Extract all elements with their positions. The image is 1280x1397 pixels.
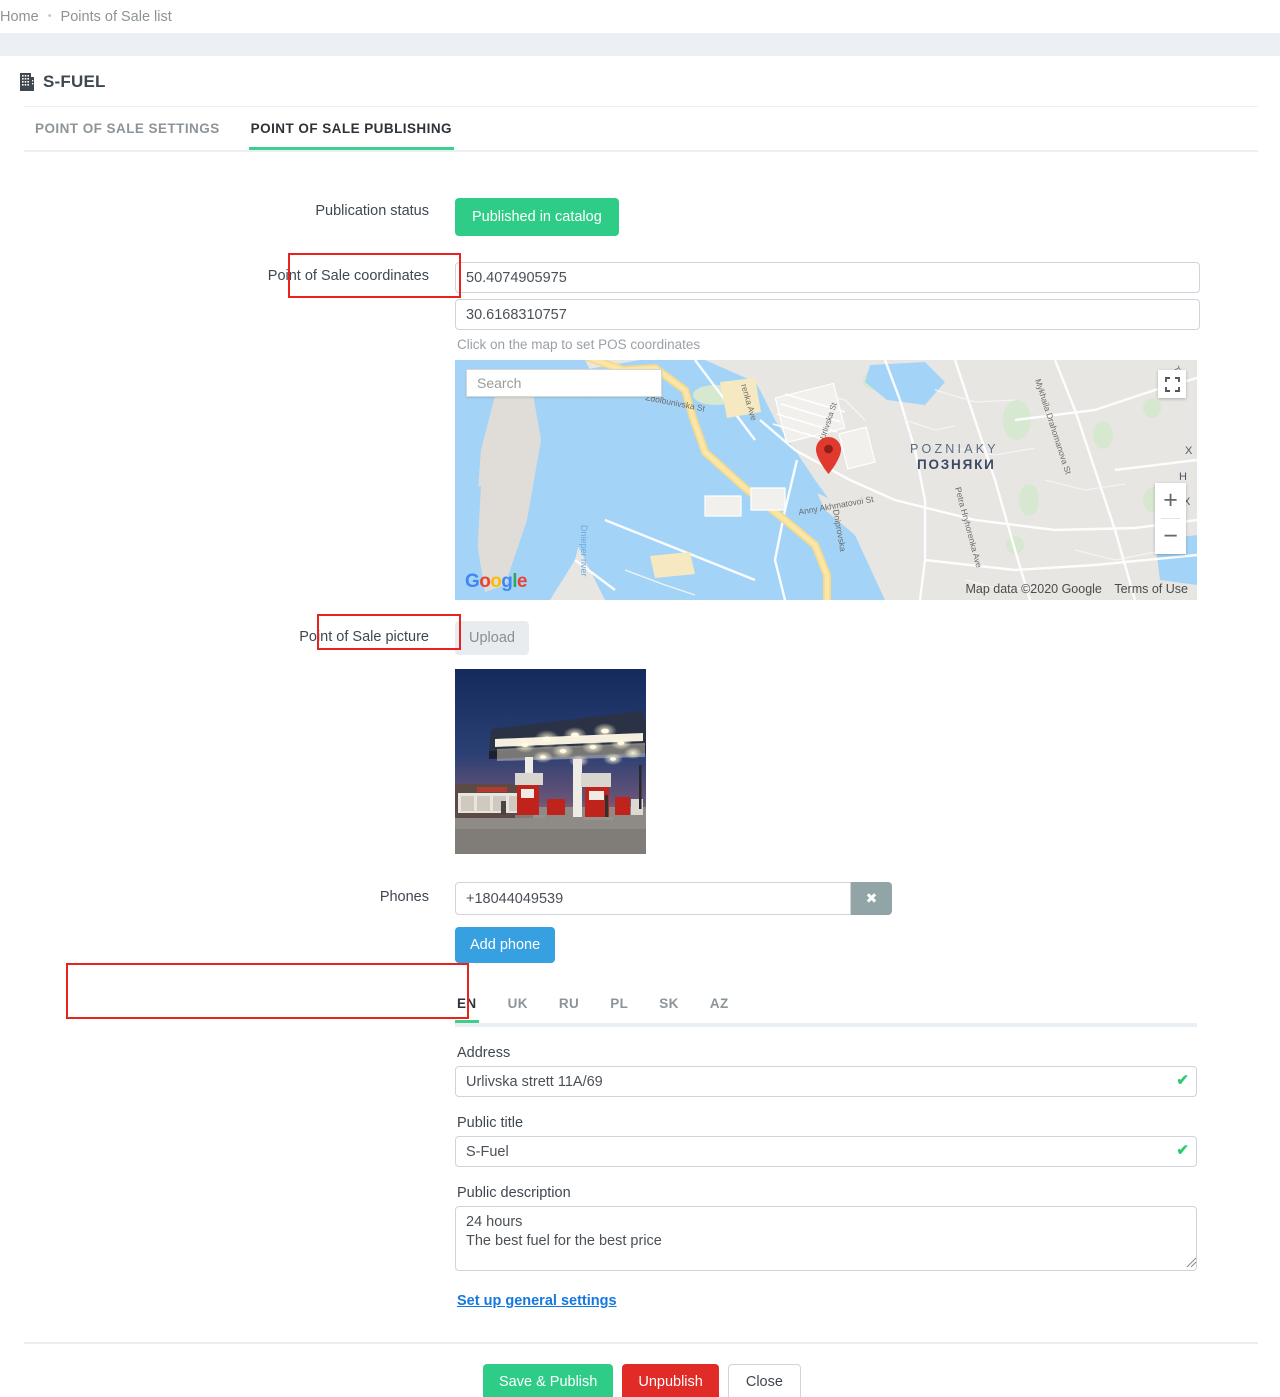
phone-entry-row: ✖ [455, 882, 1200, 915]
svg-text:ПОЗНЯКИ: ПОЗНЯКИ [917, 457, 996, 472]
unpublish-button[interactable]: Unpublish [622, 1364, 719, 1397]
map-pin-icon [816, 437, 841, 479]
map-fullscreen-button[interactable] [1158, 370, 1186, 398]
tab-point-of-sale-settings[interactable]: POINT OF SALE SETTINGS [33, 107, 222, 150]
phone-input[interactable] [455, 882, 851, 915]
page-title: S-FUEL [43, 72, 106, 92]
page-root: Home • Points of Sale list [0, 0, 1280, 1397]
check-icon: ✔ [1176, 1073, 1189, 1088]
fullscreen-icon [1165, 377, 1180, 392]
address-label: Address [457, 1045, 1200, 1061]
breadcrumb: Home • Points of Sale list [0, 0, 1280, 33]
coordinates-hint: Click on the map to set POS coordinates [455, 330, 1200, 360]
public-description-textarea[interactable]: 24 hours The best fuel for the best pric… [455, 1206, 1197, 1271]
add-phone-button[interactable]: Add phone [455, 927, 555, 963]
picture-label: Point of Sale picture [0, 621, 455, 854]
address-field-wrap: ✔ [455, 1066, 1200, 1097]
google-logo: Google [465, 571, 527, 593]
save-and-publish-button[interactable]: Save & Publish [483, 1364, 613, 1397]
language-tab-az[interactable]: AZ [708, 993, 731, 1023]
map-search-input[interactable]: Search [466, 369, 662, 397]
language-tab-ru[interactable]: RU [557, 993, 581, 1023]
svg-text:Н: Н [1179, 471, 1187, 483]
language-tab-uk[interactable]: UK [506, 993, 530, 1023]
header-spacer-band [0, 33, 1280, 56]
map-zoom-in-button[interactable]: + [1155, 483, 1186, 518]
building-icon [20, 73, 34, 91]
language-tab-bar: EN UK RU PL SK AZ [455, 993, 1200, 1023]
map-data-credit: Map data ©2020 Google [965, 582, 1101, 596]
publication-status-label: Publication status [0, 198, 455, 236]
longitude-input[interactable] [455, 299, 1200, 330]
coordinates-label: Point of Sale coordinates [0, 262, 455, 600]
point-of-sale-card: S-FUEL POINT OF SALE SETTINGS POINT OF S… [0, 56, 1280, 1397]
field-phones: Phones ✖ Add phone EN UK RU PL [0, 882, 1280, 1310]
upload-button[interactable]: Upload [455, 621, 529, 655]
public-title-input[interactable] [455, 1136, 1197, 1167]
map-terms-of-use-link[interactable]: Terms of Use [1114, 582, 1188, 596]
breadcrumb-separator-icon: • [48, 11, 52, 22]
check-icon: ✔ [1176, 1143, 1189, 1158]
map-attribution: Map data ©2020 Google Terms of Use [965, 582, 1188, 596]
field-picture: Point of Sale picture Upload [0, 621, 1280, 854]
language-tab-divider [455, 1026, 1197, 1027]
svg-text:Dnieper river: Dnieper river [579, 525, 589, 577]
public-description-field-wrap: 24 hours The best fuel for the best pric… [455, 1206, 1200, 1271]
public-title-label: Public title [457, 1115, 1200, 1131]
public-description-label: Public description [457, 1185, 1200, 1201]
public-title-field-wrap: ✔ [455, 1136, 1200, 1167]
publication-status-badge[interactable]: Published in catalog [455, 198, 619, 236]
field-publication-status: Publication status Published in catalog [0, 198, 1280, 236]
remove-phone-button[interactable]: ✖ [851, 882, 892, 915]
breadcrumb-item-points-of-sale-list[interactable]: Points of Sale list [61, 9, 172, 25]
publishing-form: Publication status Published in catalog … [0, 152, 1280, 1397]
general-settings-link[interactable]: Set up general settings [457, 1293, 617, 1309]
tab-point-of-sale-publishing[interactable]: POINT OF SALE PUBLISHING [249, 107, 454, 150]
map-zoom-out-button[interactable]: − [1155, 519, 1186, 554]
language-tab-pl[interactable]: PL [608, 993, 630, 1023]
close-icon: ✖ [866, 890, 878, 907]
address-input[interactable] [455, 1066, 1197, 1097]
main-tab-bar: POINT OF SALE SETTINGS POINT OF SALE PUB… [0, 107, 1280, 150]
language-tab-en[interactable]: EN [455, 993, 479, 1023]
card-header: S-FUEL [0, 56, 1280, 106]
latitude-input[interactable] [455, 262, 1200, 293]
gas-station-photo[interactable] [455, 669, 646, 854]
close-button[interactable]: Close [728, 1364, 801, 1397]
language-tab-sk[interactable]: SK [657, 993, 681, 1023]
phones-label: Phones [0, 882, 455, 1310]
map-zoom-controls[interactable]: + − [1155, 483, 1186, 554]
location-map[interactable]: Zdolbunivska St Dnieper river Urlivska S… [455, 360, 1197, 600]
field-coordinates: Point of Sale coordinates Click on the m… [0, 262, 1280, 600]
breadcrumb-item-home[interactable]: Home [0, 9, 39, 25]
svg-text:X: X [1185, 445, 1193, 457]
footer-actions: Save & Publish Unpublish Close [0, 1344, 1280, 1397]
svg-text:POZNIAKY: POZNIAKY [910, 442, 999, 456]
